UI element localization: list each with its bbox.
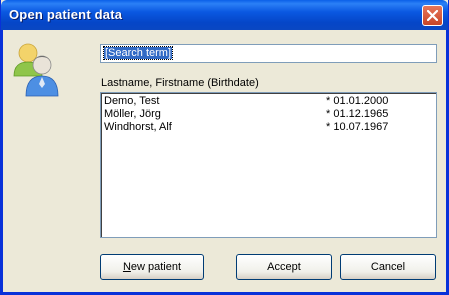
patient-list-header: Lastname, Firstname (Birthdate) xyxy=(101,77,259,89)
cancel-button[interactable]: Cancel xyxy=(340,254,436,280)
patient-birthdate: * 01.12.1965 xyxy=(326,108,389,120)
search-term-text: [Search term] xyxy=(102,46,174,60)
new-patient-label: ew patient xyxy=(130,261,182,273)
close-icon xyxy=(427,10,438,21)
patient-name: Möller, Jörg xyxy=(104,108,161,120)
search-input[interactable]: [Search term] xyxy=(100,44,437,63)
patients-avatar-icon xyxy=(13,43,59,97)
close-button[interactable] xyxy=(422,5,443,26)
list-item[interactable]: Windhorst, Alf * 10.07.1967 xyxy=(101,121,436,134)
patient-list[interactable]: Demo, Test * 01.01.2000 Möller, Jörg * 0… xyxy=(100,92,437,238)
window-border-left xyxy=(0,30,3,295)
new-patient-button[interactable]: New patient xyxy=(100,254,204,280)
new-patient-mnemonic: N xyxy=(122,261,131,273)
window-title: Open patient data xyxy=(9,7,123,22)
list-item[interactable]: Demo, Test * 01.01.2000 xyxy=(101,95,436,108)
accept-button[interactable]: Accept xyxy=(236,254,332,280)
title-bar[interactable]: Open patient data xyxy=(1,0,448,30)
patient-name: Windhorst, Alf xyxy=(104,121,172,133)
patient-birthdate: * 01.01.2000 xyxy=(326,95,389,107)
patient-name: Demo, Test xyxy=(104,95,160,107)
patient-birthdate: * 10.07.1967 xyxy=(326,121,389,133)
list-item[interactable]: Möller, Jörg * 01.12.1965 xyxy=(101,108,436,121)
open-patient-dialog: Open patient data [Search term] Lastname… xyxy=(0,0,449,295)
